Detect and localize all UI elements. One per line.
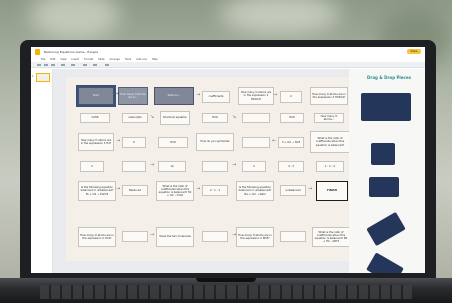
board-cell[interactable]: How many H atoms are in the expression 2… <box>236 227 274 247</box>
board-cell[interactable]: 4 : 3 <box>278 161 304 172</box>
board-cell[interactable] <box>242 137 270 148</box>
board-cell[interactable]: What is the ratio of coefficients when t… <box>312 227 350 247</box>
toolbar-icon[interactable] <box>51 64 55 66</box>
board-cell[interactable]: 1 : 1 : 2 <box>316 161 344 172</box>
panel-title: Drag & Drop Pieces <box>367 75 411 80</box>
board-cell[interactable] <box>280 231 306 242</box>
path-arrow-icon: → <box>116 186 121 192</box>
path-arrow-icon: → <box>114 91 119 97</box>
board-cell[interactable]: H2O <box>202 113 228 123</box>
board-cell[interactable] <box>122 231 148 242</box>
board-cell[interactable]: 2 <box>242 161 266 172</box>
board-cell[interactable]: How many O atoms... <box>314 113 344 123</box>
slide-number: 1 <box>32 75 34 78</box>
board-cell[interactable]: 3 <box>80 161 104 172</box>
drag-drop-panel: Drag & Drop Pieces <box>349 69 425 273</box>
laptop-hinge-notch <box>196 278 256 282</box>
toolbar-icon[interactable] <box>37 64 41 66</box>
slides-logo-icon <box>35 48 40 55</box>
board-cell[interactable]: 2 : 1 : 1 <box>202 185 228 196</box>
board-cell-start[interactable]: Start <box>76 85 116 107</box>
menu-arrange[interactable]: Arrange <box>109 58 119 61</box>
path-arrow-icon: ↘ <box>150 114 155 120</box>
board-cell[interactable]: What is the ratio of coefficients when t… <box>310 131 350 153</box>
laptop-screen: Balancing Equations Game - Escape Share … <box>31 47 425 273</box>
board-cell[interactable]: H2O <box>280 113 304 123</box>
background-bokeh <box>30 0 120 40</box>
path-arrow-icon: → <box>232 232 237 238</box>
board-cell[interactable]: Show the two molecules <box>156 227 194 247</box>
toolbar-icon[interactable] <box>83 64 87 66</box>
board-cell[interactable]: How many O atoms are in the expression 3… <box>310 87 348 105</box>
menu-edit[interactable]: Edit <box>50 58 55 61</box>
slide-filmstrip: 1 <box>31 69 53 273</box>
toolbar-icon[interactable] <box>105 64 109 66</box>
toolbar-icon[interactable] <box>71 64 75 66</box>
keyboard-keys <box>40 285 412 299</box>
drag-piece[interactable] <box>361 93 411 121</box>
slide-thumbnail[interactable] <box>36 73 50 82</box>
drag-piece[interactable] <box>366 211 406 247</box>
background-bokeh <box>220 0 340 34</box>
menu-format[interactable]: Format <box>84 58 93 61</box>
path-arrow-icon: → <box>232 162 237 168</box>
path-arrow-icon: → <box>150 162 155 168</box>
board-cell[interactable]: Is the following equation balanced or un… <box>236 181 274 201</box>
board-cell[interactable]: How many H atoms are in... <box>118 87 148 105</box>
menu-tools[interactable]: Tools <box>125 58 131 61</box>
drag-piece[interactable] <box>369 177 399 197</box>
menu-file[interactable]: File <box>41 58 45 61</box>
path-arrow-icon: → <box>308 186 313 192</box>
menu-addons[interactable]: Add-ons <box>136 58 147 61</box>
share-button[interactable]: Share <box>407 49 421 54</box>
board-cell[interactable]: How do you symbolize <box>196 133 234 151</box>
board-cell-finish[interactable]: FINISH <box>316 181 348 201</box>
path-arrow-icon: ↘ <box>232 114 237 120</box>
toolbar-icon[interactable] <box>44 64 48 66</box>
board-cell[interactable]: Chemical equation <box>160 111 190 125</box>
board-cell[interactable] <box>242 113 270 123</box>
board-cell[interactable]: C2H6 <box>80 113 110 123</box>
path-arrow-icon: ← <box>272 138 277 144</box>
board-cell[interactable]: Balanced <box>122 185 148 196</box>
drag-piece[interactable] <box>371 143 395 165</box>
menu-view[interactable]: View <box>60 58 66 61</box>
board-cell[interactable]: subscripts <box>122 113 148 123</box>
path-arrow-icon: → <box>196 92 201 98</box>
game-board-slide[interactable]: Start How many H atoms are in... Balance… <box>66 77 366 261</box>
document-title[interactable]: Balancing Equations Game - Escape <box>44 50 98 54</box>
board-cell[interactable]: Balance... <box>154 87 194 105</box>
toolbar-icon[interactable] <box>61 64 65 66</box>
board-cell[interactable]: 6 <box>122 137 146 148</box>
toolbar-icon[interactable] <box>93 64 97 66</box>
board-cell[interactable]: 12 <box>158 161 186 172</box>
path-arrow-icon: → <box>116 138 121 144</box>
board-cell[interactable]: 3 + O2 → SO3 <box>278 137 304 148</box>
path-arrow-icon: → <box>150 232 155 238</box>
menu-slide[interactable]: Slide <box>98 58 104 61</box>
menu-insert[interactable]: Insert <box>72 58 79 61</box>
board-cell[interactable]: 2 <box>280 91 302 103</box>
board-cell[interactable] <box>202 231 228 242</box>
title-bar: Balancing Equations Game - Escape <box>31 47 425 56</box>
drag-piece[interactable] <box>366 252 404 273</box>
board-cell[interactable] <box>122 161 146 172</box>
menu-help[interactable]: Help <box>152 58 158 61</box>
board-cell[interactable]: How many H atoms are in the expression 3… <box>78 133 114 151</box>
board-cell[interactable]: unbalanced <box>280 185 306 196</box>
board-cell[interactable]: How many O atoms are in the expression 2… <box>78 227 116 247</box>
path-arrow-icon: → <box>196 186 201 192</box>
board-cell[interactable]: coefficients <box>202 91 230 103</box>
toolbar <box>31 62 425 68</box>
board-cell[interactable]: H2O <box>158 137 188 148</box>
board-cell[interactable] <box>202 161 228 172</box>
board-cell[interactable]: How many O atoms are in the expression 2… <box>238 87 274 105</box>
board-cell[interactable]: Is the following equation balanced or un… <box>78 181 116 201</box>
board-cell[interactable]: What is the ratio of coefficients when t… <box>156 181 194 201</box>
path-arrow-icon: → <box>273 92 278 98</box>
